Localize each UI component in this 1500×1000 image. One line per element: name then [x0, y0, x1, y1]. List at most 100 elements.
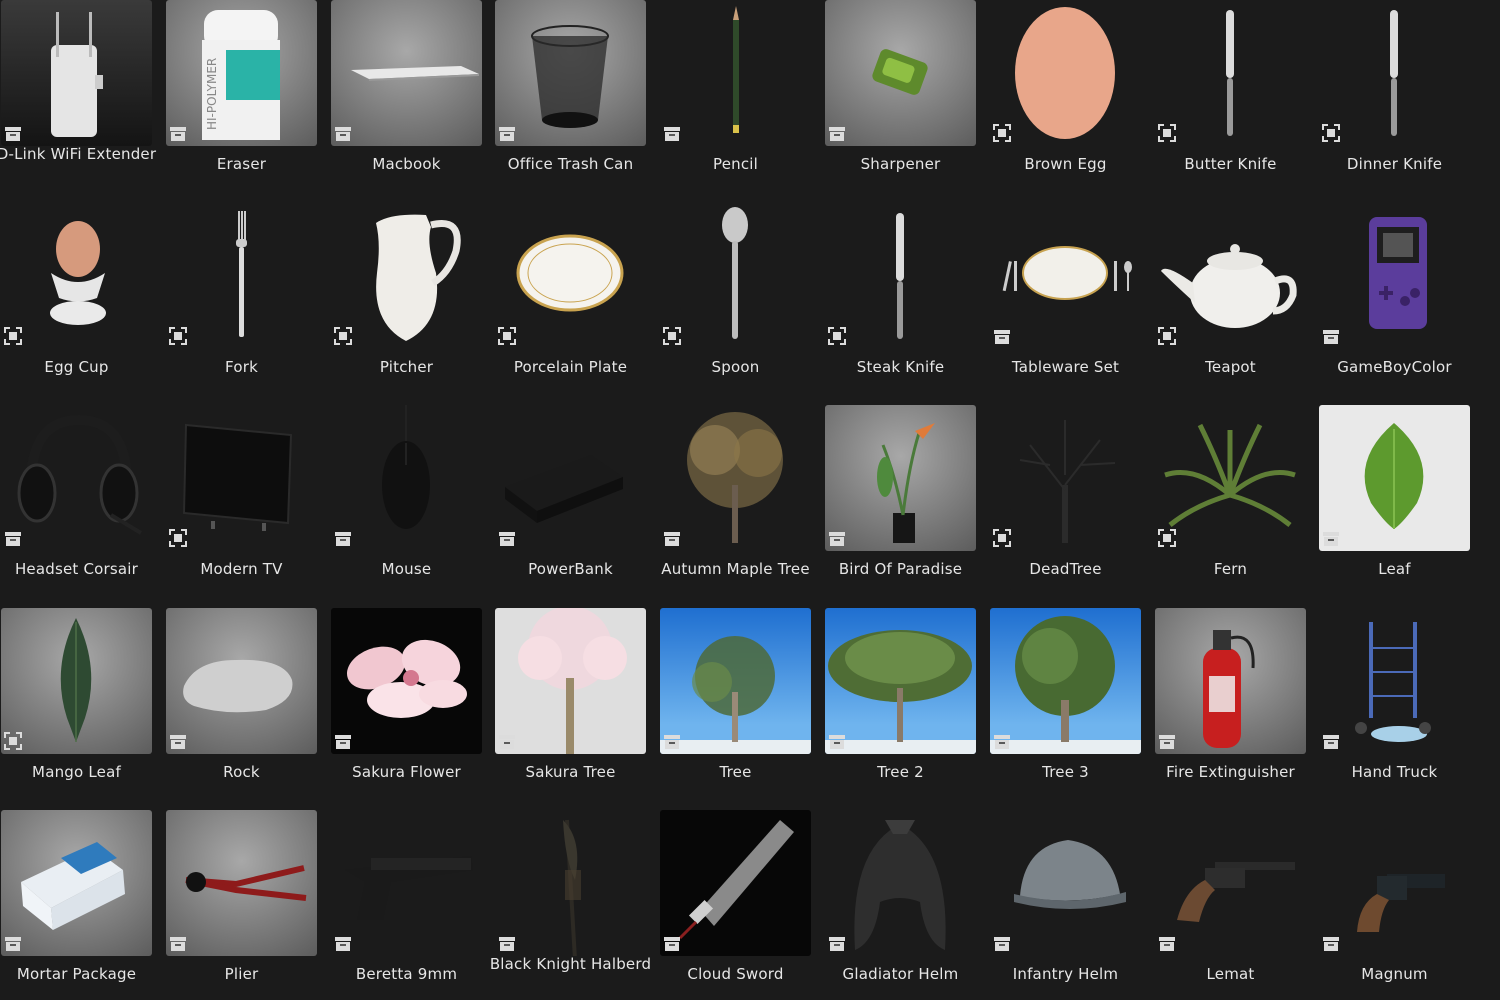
asset-thumbnail[interactable]	[1155, 0, 1306, 146]
asset-thumbnail[interactable]	[1, 203, 152, 349]
collection-icon	[168, 731, 188, 751]
asset-tile-magnum[interactable]: Magnum	[1319, 810, 1470, 1000]
asset-tile-cloud-sword[interactable]: Cloud Sword	[660, 810, 811, 1000]
asset-thumbnail[interactable]	[1319, 405, 1470, 551]
asset-thumbnail[interactable]	[660, 203, 811, 349]
asset-thumbnail[interactable]	[1319, 0, 1470, 146]
asset-label: Tree	[719, 763, 752, 781]
asset-tile-spoon[interactable]: Spoon	[660, 203, 811, 393]
asset-tile-leaf[interactable]: Leaf	[1319, 405, 1470, 595]
asset-thumbnail[interactable]	[166, 203, 317, 349]
asset-tile-mango-leaf[interactable]: Mango Leaf	[1, 608, 152, 798]
asset-tile-pencil[interactable]: Pencil	[660, 0, 811, 190]
asset-thumbnail[interactable]	[1319, 810, 1470, 956]
asset-thumbnail[interactable]	[660, 810, 811, 956]
asset-tile-butter-knife[interactable]: Butter Knife	[1155, 0, 1306, 190]
asset-tile-egg-cup[interactable]: Egg Cup	[1, 203, 152, 393]
asset-thumbnail[interactable]	[825, 608, 976, 754]
asset-tile-fire-extinguisher[interactable]: Fire Extinguisher	[1155, 608, 1306, 798]
asset-label: Headset Corsair	[14, 560, 139, 578]
asset-tile-gladiator-helm[interactable]: Gladiator Helm	[825, 810, 976, 1000]
asset-thumbnail[interactable]	[1319, 608, 1470, 754]
asset-tile-hand-truck[interactable]: Hand Truck	[1319, 608, 1470, 798]
asset-thumbnail[interactable]	[1, 0, 152, 146]
asset-thumbnail[interactable]	[495, 810, 646, 956]
collection-icon	[827, 933, 847, 953]
asset-thumbnail[interactable]	[990, 203, 1141, 349]
asset-thumbnail[interactable]	[990, 608, 1141, 754]
asset-tile-macbook[interactable]: Macbook	[331, 0, 482, 190]
asset-thumbnail[interactable]	[166, 405, 317, 551]
asset-thumbnail[interactable]: HI-POLYMER	[166, 0, 317, 146]
asset-tile-office-trash-can[interactable]: Office Trash Can	[495, 0, 646, 190]
object-icon	[3, 731, 23, 751]
asset-tile-sharpener[interactable]: Sharpener	[825, 0, 976, 190]
asset-label: Office Trash Can	[507, 155, 634, 173]
asset-tile-infantry-helm[interactable]: Infantry Helm	[990, 810, 1141, 1000]
asset-thumbnail[interactable]	[495, 608, 646, 754]
asset-thumbnail[interactable]	[495, 405, 646, 551]
asset-thumbnail[interactable]	[660, 608, 811, 754]
asset-thumbnail[interactable]	[990, 810, 1141, 956]
asset-tile-autumn-maple-tree[interactable]: Autumn Maple Tree	[660, 405, 811, 595]
asset-thumbnail[interactable]	[1155, 810, 1306, 956]
asset-thumbnail[interactable]	[1, 810, 152, 956]
asset-thumbnail[interactable]	[166, 810, 317, 956]
asset-tile-mouse[interactable]: Mouse	[331, 405, 482, 595]
asset-tile-sakura-flower[interactable]: Sakura Flower	[331, 608, 482, 798]
asset-tile-deadtree[interactable]: DeadTree	[990, 405, 1141, 595]
asset-tile-eraser[interactable]: HI-POLYMER Eraser	[166, 0, 317, 190]
asset-thumbnail[interactable]	[331, 0, 482, 146]
asset-label: Bird Of Paradise	[838, 560, 963, 578]
asset-thumbnail[interactable]	[825, 810, 976, 956]
asset-thumbnail[interactable]	[1155, 405, 1306, 551]
asset-thumbnail[interactable]	[660, 405, 811, 551]
asset-tile-bird-of-paradise[interactable]: Bird Of Paradise	[825, 405, 976, 595]
asset-tile-fern[interactable]: Fern	[1155, 405, 1306, 595]
asset-thumbnail[interactable]	[660, 0, 811, 146]
asset-tile-tree-3[interactable]: Tree 3	[990, 608, 1141, 798]
asset-tile-tree[interactable]: Tree	[660, 608, 811, 798]
asset-tile-porcelain-plate[interactable]: Porcelain Plate	[495, 203, 646, 393]
asset-tile-dinner-knife[interactable]: Dinner Knife	[1319, 0, 1470, 190]
asset-tile-mortar-package[interactable]: Mortar Package	[1, 810, 152, 1000]
asset-thumbnail[interactable]	[166, 608, 317, 754]
asset-tile-black-knight-halberd[interactable]: Black Knight Halberd	[490, 810, 651, 1000]
asset-thumbnail[interactable]	[825, 0, 976, 146]
asset-thumbnail[interactable]	[331, 203, 482, 349]
asset-thumbnail[interactable]	[1319, 203, 1470, 349]
asset-tile-headset-corsair[interactable]: Headset Corsair	[1, 405, 152, 595]
asset-tile-sakura-tree[interactable]: Sakura Tree	[495, 608, 646, 798]
asset-thumbnail[interactable]	[990, 0, 1141, 146]
asset-thumbnail[interactable]	[1, 405, 152, 551]
asset-tile-plier[interactable]: Plier	[166, 810, 317, 1000]
asset-thumbnail[interactable]	[495, 203, 646, 349]
asset-thumbnail[interactable]	[1, 608, 152, 754]
asset-thumbnail[interactable]	[825, 405, 976, 551]
asset-tile-tree-2[interactable]: Tree 2	[825, 608, 976, 798]
asset-thumbnail[interactable]	[1155, 608, 1306, 754]
collection-icon	[333, 731, 353, 751]
object-icon	[992, 528, 1012, 548]
asset-tile-teapot[interactable]: Teapot	[1155, 203, 1306, 393]
asset-tile-steak-knife[interactable]: Steak Knife	[825, 203, 976, 393]
asset-tile-fork[interactable]: Fork	[166, 203, 317, 393]
asset-tile-powerbank[interactable]: PowerBank	[495, 405, 646, 595]
asset-thumbnail[interactable]	[1155, 203, 1306, 349]
asset-thumbnail[interactable]	[825, 203, 976, 349]
asset-tile-pitcher[interactable]: Pitcher	[331, 203, 482, 393]
asset-tile-beretta-9mm[interactable]: Beretta 9mm	[331, 810, 482, 1000]
asset-tile-lemat[interactable]: Lemat	[1155, 810, 1306, 1000]
asset-thumbnail[interactable]	[331, 810, 482, 956]
asset-tile-tableware-set[interactable]: Tableware Set	[990, 203, 1141, 393]
asset-tile-rock[interactable]: Rock	[166, 608, 317, 798]
asset-tile-d-link-wifi-extender[interactable]: D-Link WiFi Extender	[0, 0, 156, 190]
asset-thumbnail[interactable]	[331, 405, 482, 551]
asset-tile-brown-egg[interactable]: Brown Egg	[990, 0, 1141, 190]
asset-thumbnail[interactable]	[495, 0, 646, 146]
asset-tile-modern-tv[interactable]: Modern TV	[166, 405, 317, 595]
asset-thumbnail[interactable]	[331, 608, 482, 754]
asset-label: Beretta 9mm	[355, 965, 458, 983]
asset-tile-gameboycolor[interactable]: GameBoyColor	[1319, 203, 1470, 393]
asset-thumbnail[interactable]	[990, 405, 1141, 551]
